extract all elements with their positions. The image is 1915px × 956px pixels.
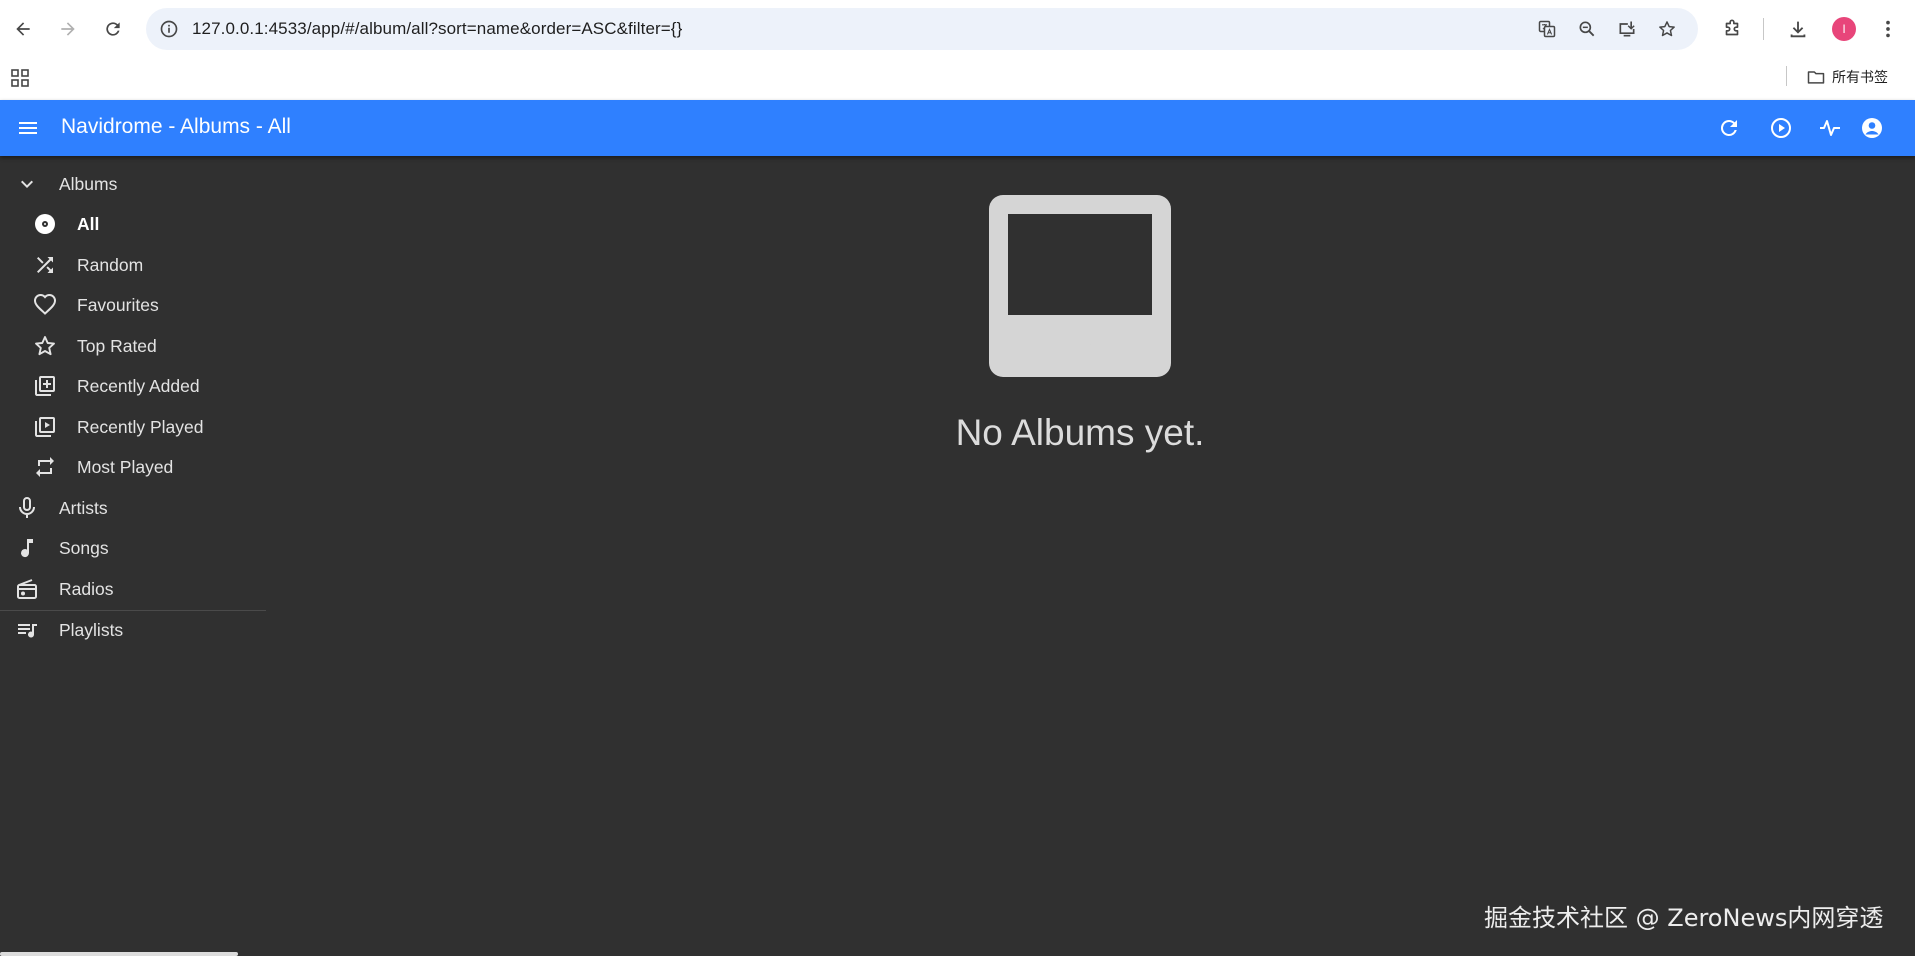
toolbar-divider (1763, 18, 1764, 40)
all-bookmarks-folder[interactable]: 所有书签 (1806, 65, 1888, 89)
sidebar-item-label: Recently Played (77, 416, 204, 437)
play-circle-icon (1771, 118, 1791, 138)
install-app-icon[interactable] (1614, 16, 1640, 42)
address-bar[interactable]: 127.0.0.1:4533/app/#/album/all?sort=name… (146, 8, 1698, 50)
sidebar: Albums All Random Favourites Top Rated R… (0, 160, 266, 660)
sidebar-toggle-button[interactable] (12, 112, 44, 144)
sidebar-item-playlists[interactable]: Playlists (0, 610, 266, 650)
sidebar-group-albums[interactable]: Albums (0, 164, 266, 204)
sidebar-item-songs[interactable]: Songs (0, 528, 266, 568)
play-queue-button[interactable] (1765, 112, 1797, 144)
refresh-icon (1720, 119, 1737, 136)
refresh-button[interactable] (1713, 112, 1745, 144)
repeat-icon (36, 457, 54, 477)
app-bar: Navidrome - Albums - All (0, 100, 1915, 156)
reload-icon (106, 22, 120, 36)
downloads-button[interactable] (1781, 12, 1815, 46)
music-note-icon (21, 539, 33, 558)
inbox-icon (989, 195, 1171, 377)
star-icon (35, 336, 55, 356)
heart-icon (33, 293, 57, 315)
radio-icon (17, 579, 37, 599)
video-library-icon (35, 417, 55, 437)
bookmarks-bar: 所有书签 (0, 56, 1915, 100)
site-info-icon[interactable] (156, 16, 182, 42)
bookmarks-folder-label: 所有书签 (1832, 69, 1888, 85)
page-title: Navidrome - Albums - All (61, 115, 291, 138)
sidebar-item-label: Favourites (77, 294, 159, 315)
bookmark-star-icon[interactable] (1654, 16, 1680, 42)
url-text[interactable]: 127.0.0.1:4533/app/#/album/all?sort=name… (192, 19, 682, 39)
sidebar-item-label: Radios (59, 578, 114, 599)
activity-button[interactable] (1814, 112, 1846, 144)
sidebar-item-label: Songs (59, 537, 109, 558)
arrow-left-icon (16, 22, 30, 36)
arrow-right-icon (61, 22, 75, 36)
sidebar-group-label: Albums (59, 173, 118, 194)
horizontal-scrollbar[interactable] (0, 952, 238, 956)
browser-menu-button[interactable] (1871, 12, 1905, 46)
sidebar-item-label: Recently Added (77, 375, 200, 396)
back-button[interactable] (6, 12, 40, 46)
shuffle-icon (37, 257, 53, 273)
download-icon (1790, 21, 1806, 38)
translate-icon[interactable] (1534, 16, 1560, 42)
sidebar-item-favourites[interactable]: Favourites (0, 285, 266, 325)
puzzle-icon (1725, 19, 1739, 36)
sidebar-item-radios[interactable]: Radios (0, 569, 266, 609)
zoom-icon[interactable] (1574, 16, 1600, 42)
chevron-down-icon (21, 180, 33, 188)
user-menu-button[interactable] (1856, 112, 1888, 144)
sidebar-item-most-played[interactable]: Most Played (0, 447, 266, 487)
apps-grid-icon[interactable] (8, 66, 32, 90)
album-icon (35, 214, 55, 234)
sidebar-item-label: Top Rated (77, 335, 157, 356)
more-vert-icon (1886, 20, 1890, 38)
sidebar-item-recently-added[interactable]: Recently Added (0, 366, 266, 406)
forward-button[interactable] (51, 12, 85, 46)
account-circle-icon (1862, 118, 1882, 138)
sidebar-item-label: All (77, 213, 100, 234)
sidebar-item-random[interactable]: Random (0, 245, 266, 285)
bookmarks-divider (1786, 66, 1787, 86)
sidebar-item-recently-played[interactable]: Recently Played (0, 407, 266, 447)
sidebar-item-label: Playlists (59, 619, 124, 640)
browser-toolbar: 127.0.0.1:4533/app/#/album/all?sort=name… (0, 0, 1915, 100)
sidebar-item-label: Most Played (77, 456, 174, 477)
activity-pulse-icon (1820, 120, 1840, 136)
sidebar-item-label: Random (77, 254, 144, 275)
folder-icon (1807, 71, 1825, 84)
sidebar-item-all[interactable]: All (0, 204, 266, 244)
reload-button[interactable] (96, 12, 130, 46)
empty-state-message: No Albums yet. (955, 412, 1205, 453)
watermark-text: 掘金技术社区 @ ZeroNews内网穿透 (1484, 904, 1884, 932)
extensions-button[interactable] (1715, 12, 1749, 46)
queue-music-icon (18, 624, 37, 638)
sidebar-item-label: Artists (59, 497, 108, 518)
menu-icon (19, 122, 37, 134)
profile-avatar[interactable]: I (1832, 17, 1856, 41)
sidebar-item-artists[interactable]: Artists (0, 488, 266, 528)
mic-icon (19, 497, 35, 518)
library-add-icon (35, 376, 55, 396)
sidebar-item-top-rated[interactable]: Top Rated (0, 326, 266, 366)
